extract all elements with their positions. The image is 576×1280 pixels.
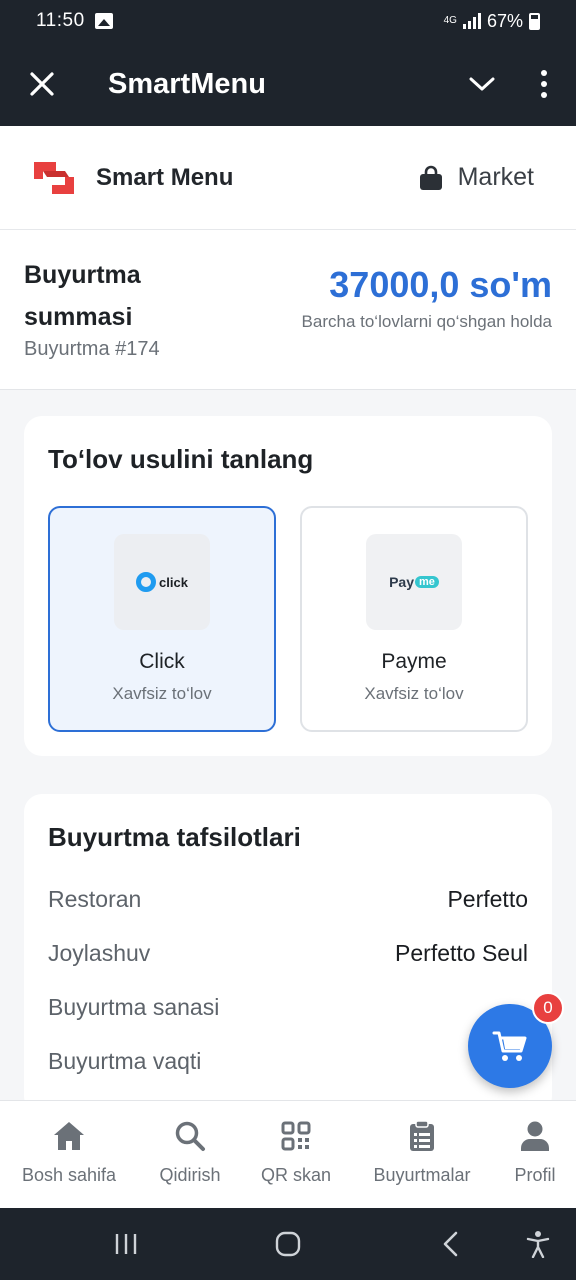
search-icon	[175, 1121, 205, 1151]
person-icon	[521, 1121, 549, 1151]
brand-header: Smart Menu Market	[0, 126, 576, 230]
home-icon	[54, 1122, 84, 1150]
status-indicators: 4G 67%	[444, 11, 540, 32]
recent-apps-button[interactable]	[96, 1208, 156, 1280]
network-type: 4G	[443, 15, 457, 26]
nav-item-orders[interactable]: Buyurtmalar	[366, 1119, 478, 1186]
chevron-down-icon	[469, 77, 495, 91]
nav-item-qr[interactable]: QR skan	[254, 1119, 338, 1186]
home-circle-icon	[275, 1231, 301, 1257]
cart-icon	[492, 1031, 527, 1061]
nav-label: Profil	[514, 1165, 556, 1185]
detail-row-date: Buyurtma sanasi	[48, 994, 528, 1024]
nav-item-home[interactable]: Bosh sahifa	[18, 1119, 120, 1186]
smart-menu-logo	[34, 161, 74, 194]
brand-name: Smart Menu	[96, 163, 234, 191]
payment-option-desc: Xavfsiz to‘lov	[364, 684, 464, 703]
accessibility-icon	[526, 1231, 550, 1258]
expand-button[interactable]	[452, 42, 512, 126]
detail-key: Buyurtma vaqti	[48, 1048, 202, 1074]
payment-option-name: Payme	[381, 650, 447, 673]
back-arrow-icon	[443, 1231, 458, 1257]
qr-icon	[281, 1121, 311, 1151]
close-icon	[30, 72, 54, 96]
bottom-nav: Bosh sahifa Qidirish QR skan Buyurtmalar…	[0, 1100, 576, 1208]
payme-logo-text: Pay	[389, 574, 414, 590]
battery-icon	[529, 12, 540, 30]
nav-label: Bosh sahifa	[21, 1165, 117, 1185]
detail-key: Joylashuv	[48, 940, 151, 966]
amount-note: Barcha to‘lovlarni qo‘shgan holda	[301, 312, 552, 331]
nav-label: Qidirish	[159, 1165, 221, 1185]
close-button[interactable]	[0, 42, 84, 126]
payment-option-payme[interactable]: Pay me Payme Xavfsiz to‘lov	[300, 506, 528, 732]
nav-label: QR skan	[260, 1165, 332, 1185]
nav-item-profile[interactable]: Profil	[508, 1119, 562, 1186]
order-sum-label: Buyurtma summasi	[24, 261, 141, 331]
detail-key: Buyurtma sanasi	[48, 994, 220, 1020]
detail-value: Perfetto	[447, 886, 528, 912]
click-ring-icon	[136, 572, 157, 592]
click-logo: click	[114, 534, 210, 630]
detail-value: Perfetto Seul	[395, 940, 528, 966]
detail-row-restaurant: Restoran Perfetto	[48, 886, 528, 916]
order-amount: 37000,0 so'm	[329, 264, 552, 305]
detail-key: Restoran	[48, 886, 142, 912]
recent-apps-icon	[115, 1234, 137, 1254]
gallery-notification-icon	[94, 13, 113, 29]
system-nav-bar	[0, 1208, 576, 1280]
nav-label: Buyurtmalar	[373, 1165, 471, 1185]
click-logo-text: click	[159, 574, 188, 590]
app-title: SmartMenu	[108, 67, 266, 100]
detail-row-time: Buyurtma vaqti	[48, 1048, 528, 1078]
nav-item-search[interactable]: Qidirish	[150, 1119, 230, 1186]
payment-method-card: To‘lov usulini tanlang click Click Xavfs…	[24, 416, 552, 756]
payment-option-desc: Xavfsiz to‘lov	[112, 684, 212, 703]
detail-row-location: Joylashuv Perfetto Seul	[48, 940, 528, 970]
order-summary: Buyurtma summasi Buyurtma #174 37000,0 s…	[0, 230, 576, 390]
market-label: Market	[457, 163, 534, 191]
shopping-bag-icon	[419, 165, 442, 190]
status-time: 11:50	[36, 10, 85, 31]
payment-option-click[interactable]: click Click Xavfsiz to‘lov	[48, 506, 276, 732]
order-details-title: Buyurtma tafsilotlari	[48, 822, 301, 852]
order-number: Buyurtma #174	[24, 338, 160, 360]
payme-logo: Pay me	[366, 534, 462, 630]
clipboard-icon	[410, 1120, 434, 1151]
accessibility-button[interactable]	[508, 1208, 568, 1280]
status-bar: 11:50 4G 67%	[0, 0, 576, 42]
back-button[interactable]	[420, 1208, 480, 1280]
market-link[interactable]: Market	[418, 163, 534, 192]
payment-method-title: To‘lov usulini tanlang	[48, 444, 314, 474]
signal-icon	[462, 13, 481, 29]
app-bar: SmartMenu	[0, 42, 576, 126]
battery-percent: 67%	[486, 10, 523, 31]
payme-logo-badge: me	[415, 576, 439, 588]
more-vert-icon	[541, 70, 547, 76]
more-options-button[interactable]	[512, 42, 576, 126]
home-button[interactable]	[258, 1208, 318, 1280]
payment-option-name: Click	[139, 650, 185, 673]
cart-count-badge: 0	[532, 992, 564, 1024]
